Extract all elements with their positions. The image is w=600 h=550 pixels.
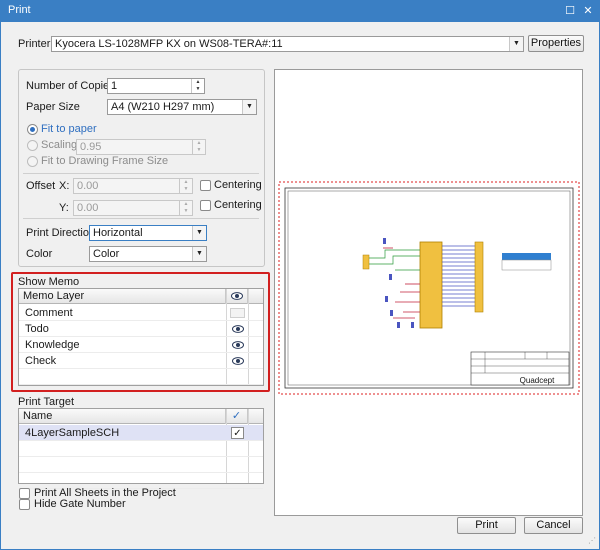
paper-size-select[interactable]: A4 (W210 H297 mm) ▼ bbox=[107, 99, 257, 115]
offset-label: Offset bbox=[26, 180, 56, 192]
spin-down-icon[interactable]: ▼ bbox=[192, 86, 204, 93]
schematic-preview: Quadcept bbox=[278, 181, 580, 395]
spin-up-icon[interactable]: ▲ bbox=[180, 179, 192, 186]
separator bbox=[23, 218, 259, 219]
printer-select[interactable]: Kyocera LS-1028MFP KX on WS08-TERA#:11 ▼ bbox=[51, 36, 524, 52]
memo-layer-name: Check bbox=[25, 355, 57, 367]
print-target-row[interactable]: 4LayerSampleSCH ✓ bbox=[19, 425, 263, 441]
check-icon[interactable]: ✓ bbox=[226, 409, 248, 424]
empty-row bbox=[19, 369, 263, 385]
spin-down-icon[interactable]: ▼ bbox=[180, 186, 192, 193]
spin-down-icon[interactable]: ▼ bbox=[193, 147, 205, 154]
printer-label: Printer bbox=[18, 38, 51, 50]
title-block-name: Quadcept bbox=[520, 376, 555, 385]
centering-x-label: Centering bbox=[214, 179, 262, 191]
maximize-icon[interactable]: ☐ bbox=[562, 3, 578, 19]
print-target-title: Print Target bbox=[18, 396, 75, 408]
fit-to-paper-radio[interactable] bbox=[27, 124, 38, 135]
spin-up-icon[interactable]: ▲ bbox=[192, 79, 204, 86]
color-value: Color bbox=[93, 248, 120, 260]
spin-up-icon[interactable]: ▲ bbox=[193, 140, 205, 147]
scaling-value: 0.95 bbox=[80, 141, 102, 153]
memo-layer-name: Comment bbox=[25, 307, 73, 319]
color-select[interactable]: Color ▼ bbox=[89, 246, 207, 262]
fit-frame-label: Fit to Drawing Frame Size bbox=[41, 155, 169, 167]
offset-y-label: Y: bbox=[59, 202, 69, 214]
memo-layer-row[interactable]: Todo bbox=[19, 321, 263, 337]
print-direction-label: Print Direction bbox=[26, 227, 96, 239]
hide-gate-number-checkbox[interactable] bbox=[19, 499, 30, 510]
scaling-label: Scaling bbox=[41, 139, 78, 151]
chevron-down-icon: ▼ bbox=[242, 100, 256, 114]
eye-icon bbox=[232, 325, 244, 333]
fit-to-paper-label: Fit to paper bbox=[41, 123, 97, 135]
chevron-down-icon: ▼ bbox=[192, 247, 206, 261]
printer-value: Kyocera LS-1028MFP KX on WS08-TERA#:11 bbox=[55, 38, 283, 50]
memo-layer-row[interactable]: Knowledge bbox=[19, 337, 263, 353]
offset-x-value: 0.00 bbox=[77, 180, 99, 192]
empty-row bbox=[19, 457, 263, 473]
show-memo-title: Show Memo bbox=[18, 276, 80, 288]
print-direction-select[interactable]: Horizontal ▼ bbox=[89, 225, 207, 241]
copies-value: 1 bbox=[111, 80, 118, 92]
scaling-input[interactable]: 0.95 ▲ ▼ bbox=[76, 139, 206, 155]
offset-y-input[interactable]: 0.00 ▲ ▼ bbox=[73, 200, 193, 216]
copies-input[interactable]: 1 ▲ ▼ bbox=[107, 78, 205, 94]
eye-icon bbox=[232, 341, 244, 349]
separator bbox=[23, 173, 259, 174]
memo-layer-row[interactable]: Comment bbox=[19, 305, 263, 321]
hide-gate-number-label: Hide Gate Number bbox=[34, 498, 126, 510]
eye-icon bbox=[232, 357, 244, 365]
color-label: Color bbox=[26, 248, 53, 260]
resize-grip-icon[interactable]: ⋰ bbox=[588, 536, 596, 545]
print-all-sheets-checkbox[interactable] bbox=[19, 488, 30, 499]
offset-x-label: X: bbox=[59, 180, 70, 192]
print-target-grid: Name ✓ 4LayerSampleSCH ✓ bbox=[18, 408, 264, 489]
window-title: Print bbox=[8, 4, 31, 16]
centering-x-checkbox[interactable] bbox=[200, 180, 211, 191]
print-preview: Quadcept bbox=[274, 69, 583, 516]
eye-icon bbox=[231, 292, 243, 300]
visibility-toggle[interactable] bbox=[230, 308, 245, 318]
offset-y-value: 0.00 bbox=[77, 202, 99, 214]
memo-layer-name: Knowledge bbox=[25, 339, 80, 351]
empty-row bbox=[19, 441, 263, 457]
memo-layer-column-header[interactable]: Memo Layer bbox=[19, 289, 226, 304]
title-bar: Print ☐ ✕ bbox=[0, 0, 600, 22]
spin-up-icon[interactable]: ▲ bbox=[180, 201, 192, 208]
cancel-button[interactable]: Cancel bbox=[524, 517, 583, 534]
sheet-name: 4LayerSampleSCH bbox=[25, 427, 120, 439]
copies-label: Number of Copies bbox=[26, 80, 115, 92]
scaling-radio[interactable] bbox=[27, 140, 38, 151]
memo-layer-row[interactable]: Check bbox=[19, 353, 263, 369]
chevron-down-icon: ▼ bbox=[509, 37, 523, 51]
spin-down-icon[interactable]: ▼ bbox=[180, 208, 192, 215]
print-button[interactable]: Print bbox=[457, 517, 516, 534]
memo-layer-grid: Memo Layer Comment Todo Knowledge Check bbox=[18, 288, 264, 386]
name-column-header[interactable]: Name bbox=[19, 409, 226, 424]
check-icon[interactable]: ✓ bbox=[231, 427, 244, 439]
centering-y-label: Centering bbox=[214, 199, 262, 211]
print-dialog: Printer Kyocera LS-1028MFP KX on WS08-TE… bbox=[0, 22, 600, 550]
print-direction-value: Horizontal bbox=[93, 227, 143, 239]
offset-x-input[interactable]: 0.00 ▲ ▼ bbox=[73, 178, 193, 194]
chevron-down-icon: ▼ bbox=[192, 226, 206, 240]
paper-size-value: A4 (W210 H297 mm) bbox=[111, 101, 215, 113]
centering-y-checkbox[interactable] bbox=[200, 200, 211, 211]
memo-layer-name: Todo bbox=[25, 323, 49, 335]
visibility-column-header[interactable] bbox=[226, 289, 248, 304]
close-icon[interactable]: ✕ bbox=[580, 3, 596, 19]
fit-frame-radio[interactable] bbox=[27, 156, 38, 167]
paper-size-label: Paper Size bbox=[26, 101, 80, 113]
properties-button[interactable]: Properties bbox=[528, 35, 584, 52]
